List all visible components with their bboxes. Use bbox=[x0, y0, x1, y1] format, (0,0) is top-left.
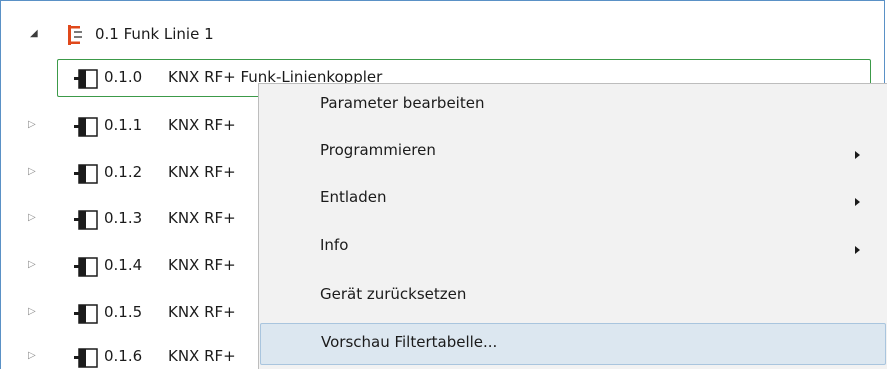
device-label: 0.1.4 KNX RF+ bbox=[104, 256, 236, 274]
menu-item-preview-filter-table[interactable]: Vorschau Filtertabelle... bbox=[260, 323, 886, 365]
tree-item-line[interactable]: ◢ 0.1 Funk Linie 1 bbox=[0, 15, 887, 55]
menu-item-unload[interactable]: Entladen bbox=[259, 178, 887, 220]
menu-item-label: Programmieren bbox=[320, 141, 436, 159]
menu-item-label: Info bbox=[320, 236, 349, 254]
menu-item-label: Entladen bbox=[320, 188, 387, 206]
expand-arrow-icon[interactable] bbox=[28, 72, 38, 82]
menu-item-label: Parameter bearbeiten bbox=[320, 94, 485, 112]
collapse-arrow-icon[interactable]: ◢ bbox=[30, 29, 40, 39]
knx-device-icon bbox=[74, 164, 98, 184]
device-label: 0.1.3 KNX RF+ bbox=[104, 209, 236, 227]
submenu-arrow-icon bbox=[855, 198, 860, 206]
knx-device-icon bbox=[74, 257, 98, 277]
submenu-arrow-icon bbox=[855, 151, 860, 159]
submenu-arrow-icon bbox=[855, 246, 860, 254]
context-menu: Parameter bearbeiten Programmieren Entla… bbox=[258, 83, 887, 369]
knx-device-icon bbox=[74, 69, 98, 89]
menu-item-reset-device[interactable]: Gerät zurücksetzen bbox=[259, 275, 887, 317]
line-icon bbox=[68, 25, 82, 45]
expand-arrow-icon[interactable]: ▷ bbox=[28, 120, 38, 130]
knx-device-icon bbox=[74, 348, 98, 368]
device-label: 0.1.1 KNX RF+ bbox=[104, 116, 236, 134]
device-label: 0.1.6 KNX RF+ bbox=[104, 347, 236, 365]
knx-device-icon bbox=[74, 304, 98, 324]
menu-item-label: Gerät zurücksetzen bbox=[320, 285, 467, 303]
menu-item-program[interactable]: Programmieren bbox=[259, 131, 887, 173]
line-label: 0.1 Funk Linie 1 bbox=[95, 25, 214, 43]
expand-arrow-icon[interactable]: ▷ bbox=[28, 260, 38, 270]
knx-device-icon bbox=[74, 210, 98, 230]
menu-item-edit-parameters[interactable]: Parameter bearbeiten bbox=[259, 84, 887, 126]
expand-arrow-icon[interactable]: ▷ bbox=[28, 351, 38, 361]
device-label: 0.1.2 KNX RF+ bbox=[104, 163, 236, 181]
expand-arrow-icon[interactable]: ▷ bbox=[28, 213, 38, 223]
menu-item-info[interactable]: Info bbox=[259, 226, 887, 268]
knx-device-icon bbox=[74, 117, 98, 137]
menu-item-label: Vorschau Filtertabelle... bbox=[321, 333, 498, 351]
expand-arrow-icon[interactable]: ▷ bbox=[28, 307, 38, 317]
device-label: 0.1.5 KNX RF+ bbox=[104, 303, 236, 321]
expand-arrow-icon[interactable]: ▷ bbox=[28, 167, 38, 177]
